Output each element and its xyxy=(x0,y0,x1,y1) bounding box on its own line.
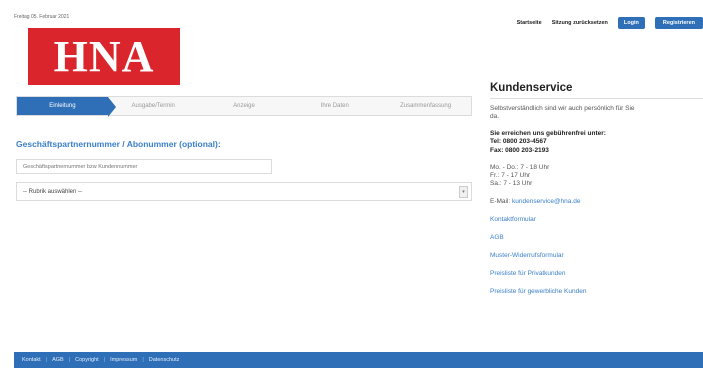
register-button[interactable]: Registrieren xyxy=(654,17,703,29)
email-label: E-Mail: xyxy=(490,198,511,205)
chevron-down-icon[interactable]: ▾ xyxy=(459,186,468,198)
price-list-private-link[interactable]: Preisliste für Privatkunden xyxy=(490,270,703,277)
progress-steps: Einleitung Ausgabe/Termin Anzeige Ihre D… xyxy=(16,96,472,117)
step-anzeige[interactable]: Anzeige xyxy=(199,97,290,115)
category-select-value: -- Rubrik auswählen -- xyxy=(23,188,83,195)
step-ihre-daten[interactable]: Ihre Daten xyxy=(289,97,380,115)
email-row: E-Mail: kundenservice@hna.de xyxy=(490,198,703,206)
price-list-business-link[interactable]: Preisliste für gewerbliche Kunden xyxy=(490,288,703,295)
footer-separator: | xyxy=(103,357,106,363)
partner-number-label: Geschäftspartnernummer / Abonummer (opti… xyxy=(16,139,221,149)
customer-service-panel: Kundenservice Selbstverständlich sind wi… xyxy=(490,82,703,295)
logo-text: HNA xyxy=(53,32,155,81)
reach-text: Sie erreichen uns gebührenfrei unter: xyxy=(490,130,606,138)
category-select[interactable]: -- Rubrik auswählen -- ▾ xyxy=(16,182,472,201)
footer-separator: | xyxy=(142,357,144,363)
email-link[interactable]: kundenservice@hna.de xyxy=(512,198,580,205)
customer-service-title: Kundenservice xyxy=(490,82,703,99)
footer-separator: | xyxy=(45,357,48,363)
hours-weekday: Mo. - Do.: 7 - 18 Uhr xyxy=(490,163,550,171)
contact-form-link[interactable]: Kontaktformular xyxy=(490,216,703,223)
fax-number: Fax: 0800 203-2193 xyxy=(490,146,549,154)
step-zusammenfassung[interactable]: Zusammenfassung xyxy=(380,97,471,115)
agb-link[interactable]: AGB xyxy=(490,234,703,241)
date-line: Freitag 05. Februar 2021 xyxy=(14,14,70,20)
login-button[interactable]: Login xyxy=(617,17,645,29)
phone-number: Tel: 0800 203-4567 xyxy=(490,138,547,146)
step-ausgabe-termin[interactable]: Ausgabe/Termin xyxy=(108,97,199,115)
start-link[interactable]: Startseite xyxy=(517,20,542,26)
footer-privacy-link[interactable]: Datenschutz xyxy=(149,357,180,363)
hours-friday: Fr.: 7 - 17 Uhr xyxy=(490,171,531,179)
footer-copyright-link[interactable]: Copyright xyxy=(75,357,99,363)
withdrawal-form-link[interactable]: Muster-Widerrufsformular xyxy=(490,252,703,259)
hours-saturday: Sa.: 7 - 13 Uhr xyxy=(490,179,533,187)
footer-imprint-link[interactable]: Impressum xyxy=(110,357,137,363)
footer-agb-link[interactable]: AGB xyxy=(52,357,64,363)
step-einleitung[interactable]: Einleitung xyxy=(17,97,116,117)
service-intro: Selbstverständlich sind wir auch persönl… xyxy=(490,105,635,121)
footer-separator: | xyxy=(68,357,71,363)
reset-session-link[interactable]: Sitzung zurücksetzen xyxy=(552,20,608,26)
top-navigation: Startseite Sitzung zurücksetzen Login Re… xyxy=(517,17,703,29)
footer-bar: Kontakt | AGB | Copyright | Impressum | … xyxy=(14,352,703,368)
hna-logo[interactable]: HNA xyxy=(28,28,180,85)
partner-number-input[interactable] xyxy=(16,159,272,174)
footer-contact-link[interactable]: Kontakt xyxy=(22,357,41,363)
